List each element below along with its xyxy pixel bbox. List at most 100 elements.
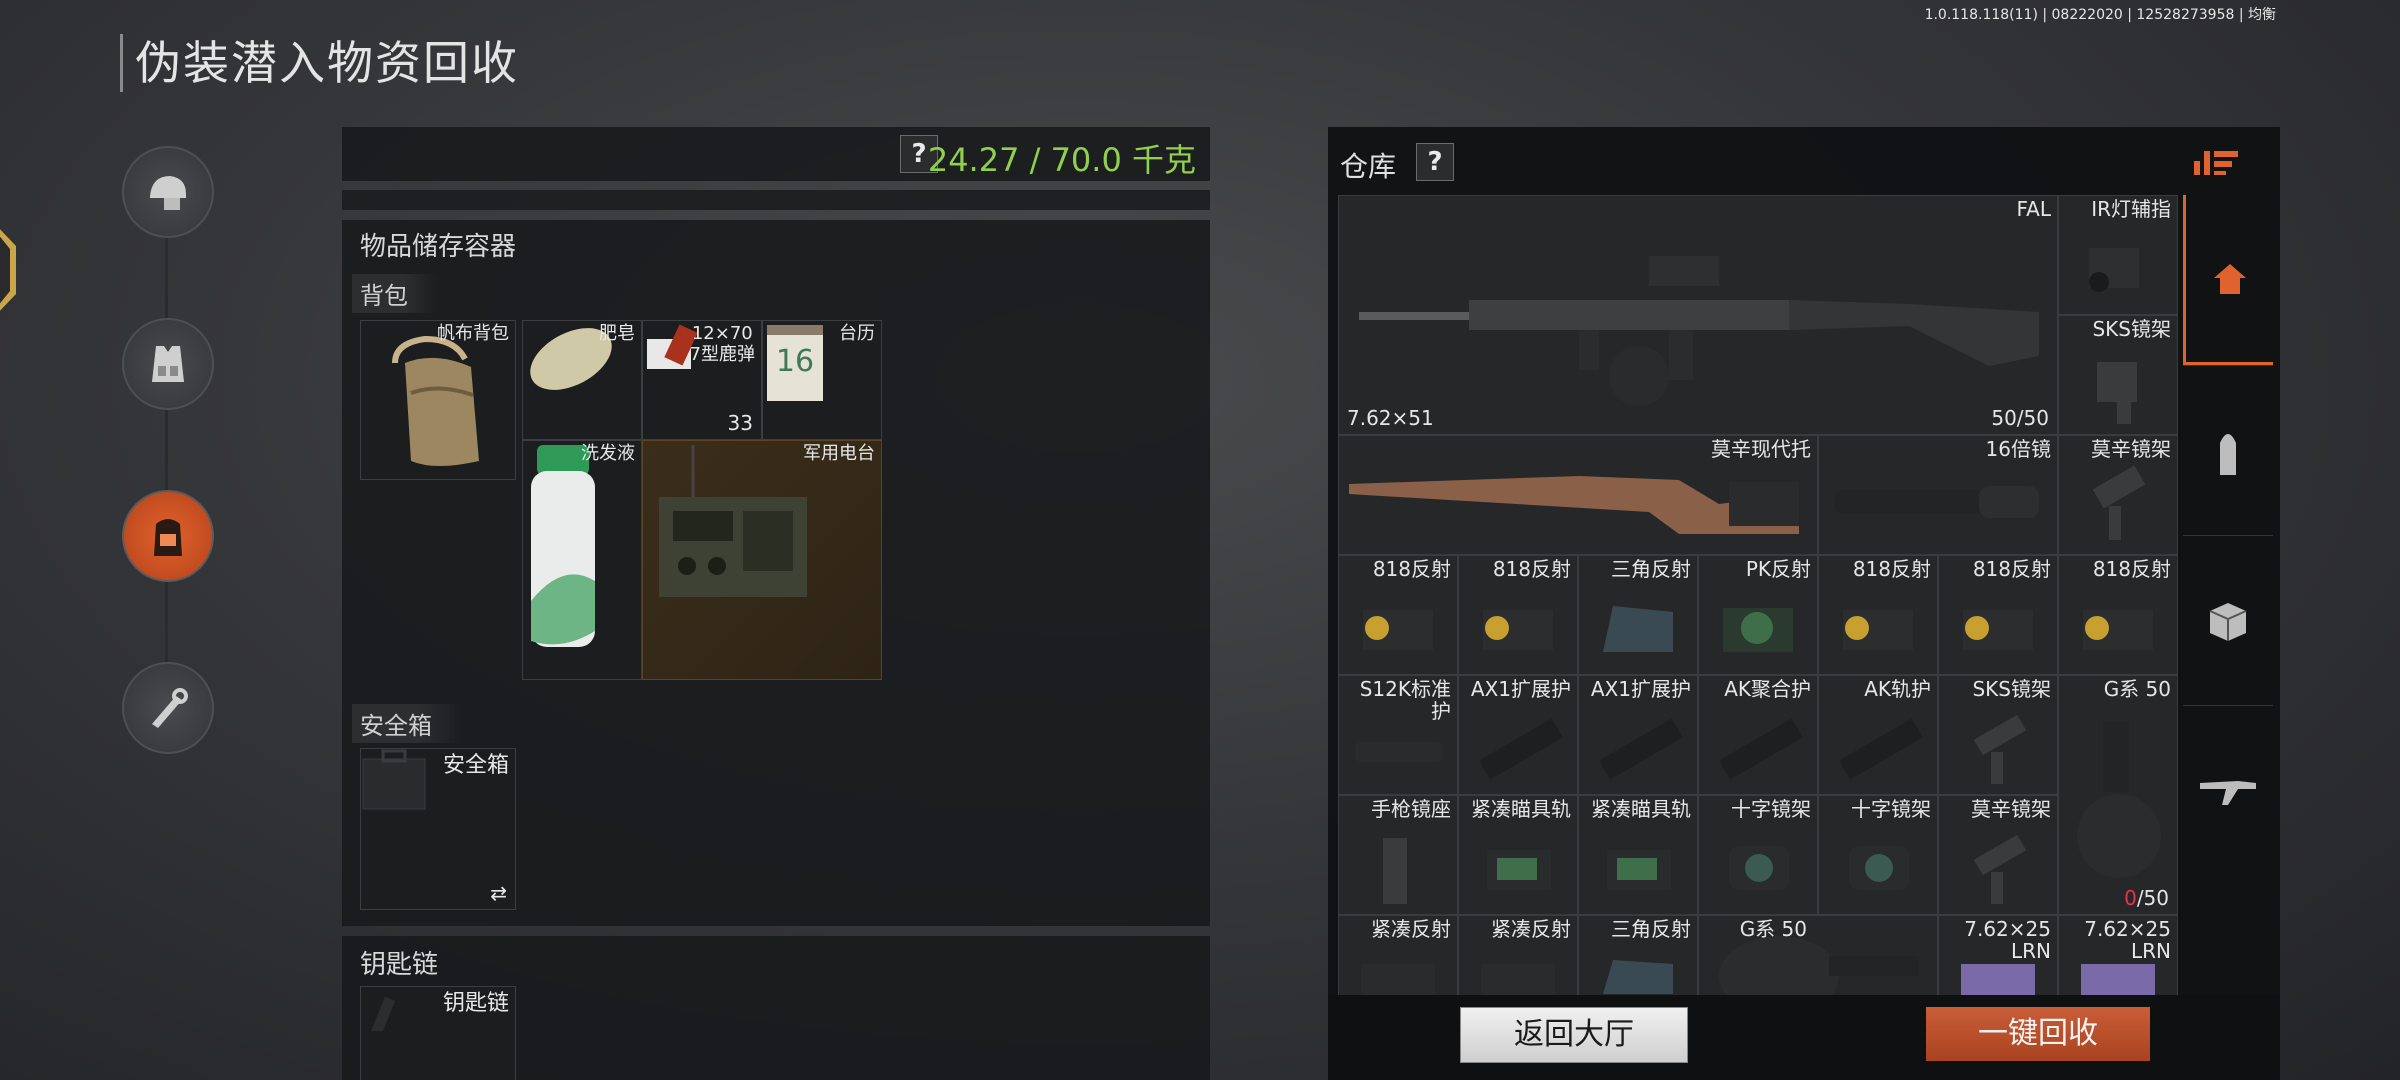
- backpack-slot[interactable]: 帆布背包: [360, 320, 516, 480]
- item-soap[interactable]: 肥皂: [522, 320, 642, 440]
- handguard-icon: [1839, 718, 1923, 780]
- item-label: 三角反射: [1611, 557, 1691, 581]
- keychain-panel: 钥匙链 钥匙链: [342, 936, 1210, 1080]
- item-calendar[interactable]: 16 台历: [762, 320, 882, 440]
- tab-ammo[interactable]: [2183, 365, 2273, 536]
- item-reflex-sight[interactable]: 818反射: [1458, 555, 1578, 675]
- item-label: 818反射: [1492, 557, 1571, 581]
- item-label: AX1扩展护: [1470, 677, 1571, 701]
- item-military-radio[interactable]: 军用电台: [642, 440, 882, 680]
- safebox-label: 安全箱: [442, 753, 509, 778]
- reflex-sight-icon: [1481, 964, 1555, 995]
- nav-connector: [165, 190, 168, 710]
- item-16x-scope[interactable]: 16倍镜: [1818, 435, 2058, 555]
- item-compact-rail[interactable]: 紧凑瞄具轨: [1458, 795, 1578, 915]
- item-label: 十字镜架: [1851, 797, 1931, 821]
- keychain-slot[interactable]: 钥匙链: [360, 986, 516, 1080]
- one-click-recycle-button[interactable]: 一键回收: [1926, 1007, 2150, 1061]
- item-label: 肥皂: [599, 323, 635, 344]
- mount-icon: [2092, 466, 2146, 540]
- item-reflex-sight[interactable]: 818反射: [2058, 555, 2178, 675]
- safebox-icon: [362, 749, 426, 810]
- warehouse-grid: FAL 7.62×51 50/50 IR灯辅指 SKS镜架 莫辛现代托 16倍镜: [1338, 195, 2178, 995]
- reflex-sight-icon: [2083, 610, 2153, 650]
- tab-home[interactable]: [2183, 195, 2273, 365]
- helmet-icon: [150, 176, 186, 210]
- nav-backpack-button[interactable]: [122, 490, 214, 582]
- sight-rail-icon: [1487, 850, 1551, 890]
- backpack-title: 背包: [352, 274, 438, 313]
- rifle-icon: [2200, 781, 2256, 805]
- storage-title: 物品储存容器: [360, 232, 517, 262]
- sort-icon[interactable]: [2194, 147, 2238, 175]
- tab-weapons[interactable]: [2183, 705, 2273, 876]
- item-moxin-mount[interactable]: 莫辛镜架: [1938, 795, 2058, 915]
- item-ax1-handguard[interactable]: AX1扩展护: [1578, 675, 1698, 795]
- item-ammo-box[interactable]: 7.62×25 LRN: [1938, 915, 2058, 995]
- item-pistol-mount[interactable]: 手枪镜座: [1338, 795, 1458, 915]
- item-sks-mount[interactable]: SKS镜架: [1938, 675, 2058, 795]
- mount-icon: [1729, 846, 1789, 890]
- item-g-drum-mag[interactable]: G系 50 0/50: [2058, 675, 2178, 915]
- item-ammo-box[interactable]: 7.62×25 LRN: [2058, 915, 2178, 995]
- item-sks-mount[interactable]: SKS镜架: [2058, 315, 2178, 435]
- edge-emblem-icon: [0, 222, 16, 318]
- warehouse-help-button[interactable]: ?: [1416, 143, 1454, 181]
- item-label: FAL: [2016, 197, 2052, 221]
- item-shampoo[interactable]: 洗发液: [522, 440, 642, 680]
- keychain-label: 钥匙链: [442, 991, 509, 1016]
- item-compact-reflex[interactable]: 紧凑反射: [1338, 915, 1458, 995]
- item-label: AK轨护: [1864, 677, 1931, 701]
- reflex-sight-icon: [1363, 610, 1433, 650]
- item-moxin-stock[interactable]: 莫辛现代托: [1338, 435, 1818, 555]
- nav-helmet-button[interactable]: [122, 146, 214, 238]
- item-label: AX1扩展护: [1590, 677, 1691, 701]
- item-ir-light[interactable]: IR灯辅指: [2058, 195, 2178, 315]
- box-icon: [2209, 603, 2247, 641]
- item-compact-rail[interactable]: 紧凑瞄具轨: [1578, 795, 1698, 915]
- item-cross-mount[interactable]: 十字镜架: [1818, 795, 1938, 915]
- item-s12k-handguard[interactable]: S12K标准 护: [1338, 675, 1458, 795]
- handguard-icon: [1479, 718, 1563, 780]
- item-label: 818反射: [1372, 557, 1451, 581]
- tab-containers[interactable]: [2183, 535, 2273, 706]
- return-lobby-button[interactable]: 返回大厅: [1460, 1007, 1688, 1063]
- tools-icon: [152, 688, 188, 728]
- nav-vest-button[interactable]: [122, 318, 214, 410]
- item-triangle-reflex[interactable]: 三角反射: [1578, 915, 1698, 995]
- item-compact-reflex[interactable]: 紧凑反射: [1458, 915, 1578, 995]
- safebox-slot[interactable]: 安全箱 ⇄: [360, 748, 516, 910]
- version-text: 1.0.118.118(11) | 08222020 | 12528273958…: [1924, 7, 2276, 23]
- warehouse-category-tabs: [2183, 195, 2273, 935]
- swap-icon[interactable]: ⇄: [490, 881, 507, 905]
- storage-panel: 物品储存容器 背包 帆布背包 肥皂 12×70 7型鹿弹 33 16 台历 洗发…: [342, 220, 1210, 926]
- item-moxin-mount[interactable]: 莫辛镜架: [2058, 435, 2178, 555]
- item-pk-reflex[interactable]: PK反射: [1698, 555, 1818, 675]
- panel-separator: [342, 190, 1210, 210]
- item-reflex-sight[interactable]: 818反射: [1338, 555, 1458, 675]
- item-ak-rail-handguard[interactable]: AK轨护: [1818, 675, 1938, 795]
- item-g-drum-mag[interactable]: G系 50: [1698, 915, 1938, 995]
- item-cross-mount[interactable]: 十字镜架: [1698, 795, 1818, 915]
- reflex-sight-icon: [1603, 606, 1673, 652]
- ammo-count: 50/50: [1991, 406, 2049, 430]
- svg-text:16: 16: [776, 344, 814, 379]
- nav-tools-button[interactable]: [122, 662, 214, 754]
- handguard-icon: [1599, 718, 1683, 780]
- item-reflex-sight[interactable]: 818反射: [1818, 555, 1938, 675]
- scope-icon: [1835, 486, 2039, 518]
- item-buckshot[interactable]: 12×70 7型鹿弹 33: [642, 320, 762, 440]
- item-ak-polymer-handguard[interactable]: AK聚合护: [1698, 675, 1818, 795]
- mount-icon: [1849, 846, 1909, 890]
- item-reflex-sight[interactable]: 818反射: [1938, 555, 2058, 675]
- item-ax1-handguard[interactable]: AX1扩展护: [1458, 675, 1578, 795]
- item-label: 洗发液: [581, 443, 635, 464]
- backpack-icon: [154, 519, 182, 556]
- home-icon: [2213, 263, 2246, 294]
- key-icon: [371, 997, 395, 1031]
- item-fal[interactable]: FAL 7.62×51 50/50: [1338, 195, 2058, 435]
- item-label: 7.62×25 LRN: [1964, 917, 2051, 963]
- radio-icon: [659, 445, 807, 597]
- ammo-icon: [2220, 434, 2236, 475]
- item-triangle-reflex[interactable]: 三角反射: [1578, 555, 1698, 675]
